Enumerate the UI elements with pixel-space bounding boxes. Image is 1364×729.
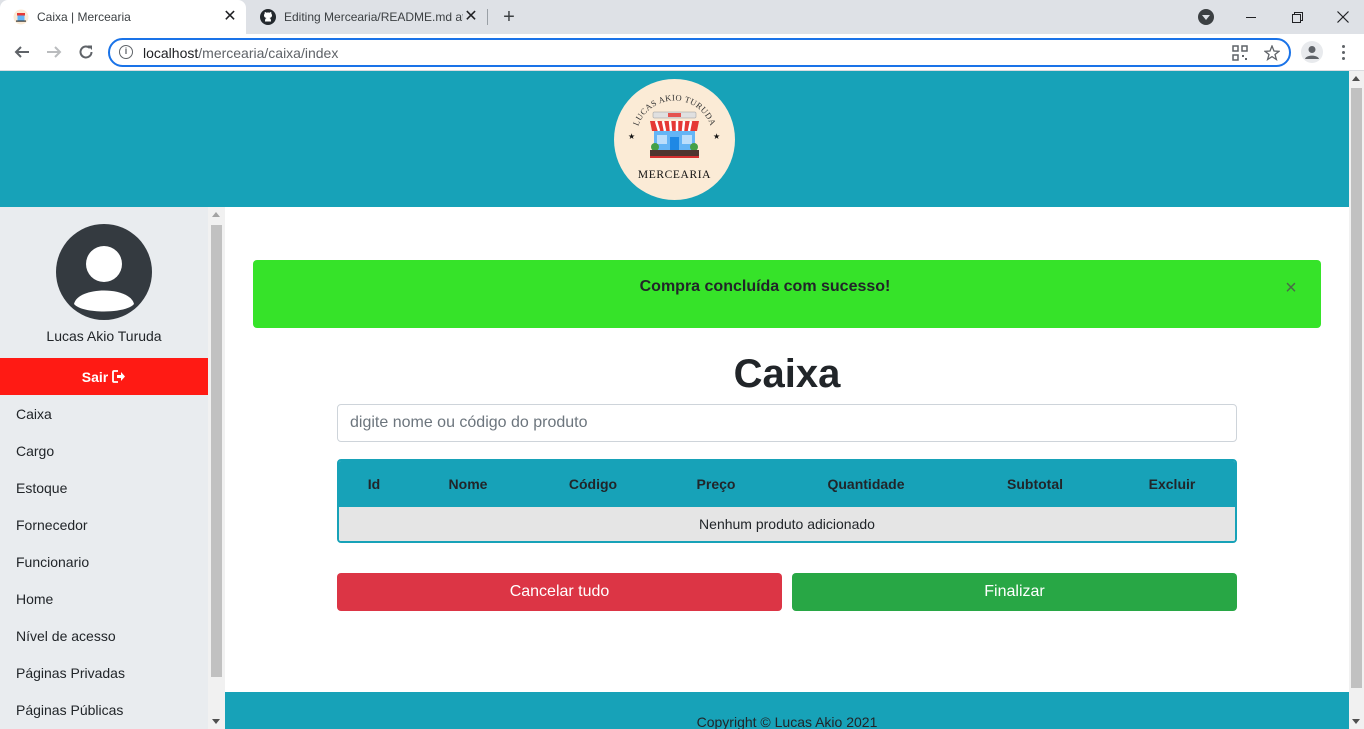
alert-close-icon[interactable]: × <box>1281 278 1301 298</box>
bookmark-star-icon[interactable] <box>1264 45 1280 61</box>
column-header-subtotal: Subtotal <box>1007 476 1063 492</box>
sign-out-icon <box>112 370 126 383</box>
page-scrollbar[interactable] <box>1349 71 1364 729</box>
qr-code-icon[interactable] <box>1232 45 1248 61</box>
product-search-input[interactable] <box>337 404 1237 442</box>
logo-bottom-text: MERCEARIA <box>638 169 711 181</box>
tab-caixa[interactable]: Caixa | Mercearia ✕ <box>0 0 246 34</box>
minimize-icon[interactable] <box>1228 0 1274 34</box>
sidebar-item-fornecedor[interactable]: Fornecedor <box>0 506 208 543</box>
success-alert: Compra concluída com sucesso! <box>253 260 1321 328</box>
sidebar-item-cargo[interactable]: Cargo <box>0 432 208 469</box>
sidebar-menu: Caixa Cargo Estoque Fornecedor Funcionar… <box>0 395 208 728</box>
finish-button[interactable]: Finalizar <box>792 573 1237 611</box>
forward-arrow-icon[interactable] <box>42 40 66 64</box>
sidebar-item-nivel-de-acesso[interactable]: Nível de acesso <box>0 617 208 654</box>
browser-menu-icon[interactable] <box>1335 40 1351 64</box>
store-favicon-icon <box>13 9 29 25</box>
user-name: Lucas Akio Turuda <box>46 328 162 344</box>
page-footer: Copyright © Lucas Akio 2021 <box>225 692 1349 729</box>
site-info-icon[interactable]: i <box>119 45 133 59</box>
sidebar-scroll-thumb[interactable] <box>211 225 222 677</box>
close-window-icon[interactable] <box>1320 0 1364 34</box>
reload-icon[interactable] <box>74 40 98 64</box>
browser-toolbar: i localhost/mercearia/caixa/index <box>0 34 1364 71</box>
tab-separator <box>487 9 488 25</box>
restore-icon[interactable] <box>1274 0 1320 34</box>
column-header-excluir: Excluir <box>1148 476 1196 492</box>
cart-table: Id Nome Código Preço Quantidade Subtotal… <box>337 459 1237 543</box>
tab-title: Editing Mercearia/README.md at <box>284 10 463 24</box>
tab-search-dropdown-icon[interactable] <box>1198 9 1214 25</box>
cart-empty-message: Nenhum produto adicionado <box>339 507 1235 541</box>
mercearia-logo[interactable]: LUCAS AKIO TURUDA ★ ★ MERCEARIA <box>614 79 735 200</box>
svg-text:★: ★ <box>628 132 635 141</box>
tab-github-readme[interactable]: Editing Mercearia/README.md at ✕ <box>247 0 487 34</box>
column-header-id: Id <box>367 476 381 492</box>
sidebar-scrollbar[interactable] <box>208 207 225 729</box>
sidebar-item-paginas-privadas[interactable]: Páginas Privadas <box>0 654 208 691</box>
user-avatar-icon <box>56 224 152 320</box>
github-icon <box>260 9 276 25</box>
profile-avatar-icon[interactable] <box>1301 41 1323 63</box>
logout-button[interactable]: Sair <box>0 358 208 395</box>
close-tab-icon[interactable]: ✕ <box>463 9 479 25</box>
sidebar: Lucas Akio Turuda Sair Caixa Cargo Estoq… <box>0 207 208 729</box>
scroll-up-arrow-icon[interactable] <box>212 212 220 217</box>
footer-copyright: Copyright © Lucas Akio 2021 <box>696 714 878 729</box>
column-header-quantidade: Quantidade <box>827 476 905 492</box>
sidebar-item-estoque[interactable]: Estoque <box>0 469 208 506</box>
column-header-preco: Preço <box>696 476 736 492</box>
url-text: localhost/mercearia/caixa/index <box>143 45 339 61</box>
sidebar-item-caixa[interactable]: Caixa <box>0 395 208 432</box>
cancel-all-button[interactable]: Cancelar tudo <box>337 573 782 611</box>
alert-message: Compra concluída com sucesso! <box>639 278 891 295</box>
column-header-nome: Nome <box>448 476 488 492</box>
svg-text:★: ★ <box>713 132 720 141</box>
close-tab-icon[interactable]: ✕ <box>222 9 238 25</box>
sidebar-item-funcionario[interactable]: Funcionario <box>0 543 208 580</box>
sidebar-item-home[interactable]: Home <box>0 580 208 617</box>
back-arrow-icon[interactable] <box>10 40 34 64</box>
tab-title: Caixa | Mercearia <box>37 10 131 24</box>
page-scroll-thumb[interactable] <box>1351 88 1362 688</box>
column-header-codigo: Código <box>568 476 618 492</box>
page-header: LUCAS AKIO TURUDA ★ ★ MERCEARIA <box>0 71 1349 207</box>
browser-tabstrip: Caixa | Mercearia ✕ Editing Mercearia/RE… <box>0 0 1364 34</box>
scroll-down-arrow-icon[interactable] <box>212 719 220 724</box>
sidebar-item-paginas-publicas[interactable]: Páginas Públicas <box>0 691 208 728</box>
logout-label: Sair <box>81 368 109 385</box>
scroll-down-arrow-icon[interactable] <box>1352 719 1360 724</box>
new-tab-plus-icon[interactable]: + <box>497 5 521 29</box>
cart-table-header: Id Nome Código Preço Quantidade Subtotal… <box>339 461 1235 507</box>
address-bar[interactable]: i localhost/mercearia/caixa/index <box>108 38 1291 67</box>
scroll-up-arrow-icon[interactable] <box>1352 76 1360 81</box>
page-title: Caixa <box>733 352 841 396</box>
